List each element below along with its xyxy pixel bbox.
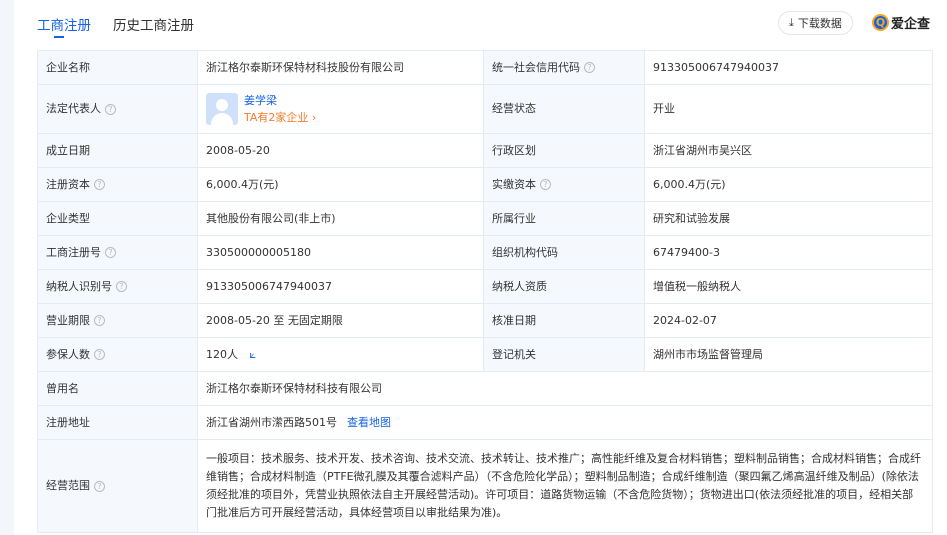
table-row: 经营范围? 一般项目：技术服务、技术开发、技术咨询、技术交流、技术转让、技术推广… [37,439,933,533]
help-icon[interactable]: ? [584,62,595,73]
avatar [206,93,238,125]
value-legal-rep: 姜学梁 TA有2家企业 › [197,84,484,134]
value-credit-code: 913305006747940037 [644,50,933,85]
label-company-name: 企业名称 [37,50,198,85]
value-tax-id: 913305006747940037 [197,269,484,304]
value-capital: 6,000.4万(元) [197,167,484,202]
value-paid-capital: 6,000.4万(元) [644,167,933,202]
label-legal-rep: 法定代表人? [37,84,198,134]
table-row: 法定代表人? 姜学梁 TA有2家企业 › 经营状态 开业 [37,84,933,134]
registration-table: 企业名称 浙江格尔泰斯环保特材科技股份有限公司 统一社会信用代码? 913305… [37,50,933,533]
tab-business-registration[interactable]: 工商注册 [37,14,91,38]
tab-bar: 工商注册 历史工商注册 [37,14,194,38]
label-est-date: 成立日期 [37,133,198,168]
help-icon[interactable]: ? [94,349,105,360]
value-term: 2008-05-20 至 无固定期限 [197,303,484,338]
label-approve-date: 核准日期 [483,303,645,338]
value-status: 开业 [644,84,933,134]
table-row: 注册资本? 6,000.4万(元) 实缴资本? 6,000.4万(元) [37,167,933,202]
help-icon[interactable]: ? [94,179,105,190]
label-credit-code: 统一社会信用代码? [483,50,645,85]
value-reg-no: 330500000005180 [197,235,484,270]
label-insured: 参保人数? [37,337,198,372]
value-company-type: 其他股份有限公司(非上市) [197,201,484,236]
value-approve-date: 2024-02-07 [644,303,933,338]
help-icon[interactable]: ? [540,179,551,190]
logo-text: 爱企查 [891,17,931,32]
aiqicha-logo: Q 爱企查 [872,13,930,32]
value-address: 浙江省湖州市潆西路501号 查看地图 [197,405,933,440]
logo-icon: Q [872,14,889,31]
tab-history-registration[interactable]: 历史工商注册 [113,14,194,38]
value-tax-qual: 增值税一般纳税人 [644,269,933,304]
label-status: 经营状态 [483,84,645,134]
table-row: 成立日期 2008-05-20 行政区划 浙江省湖州市吴兴区 [37,133,933,168]
table-row: 企业类型 其他股份有限公司(非上市) 所属行业 研究和试验发展 [37,201,933,236]
value-former-name: 浙江格尔泰斯环保特材科技有限公司 [197,371,933,406]
trend-chart-icon[interactable]: ⟀ [250,348,257,361]
value-est-date: 2008-05-20 [197,133,484,168]
label-former-name: 曾用名 [37,371,198,406]
help-icon[interactable]: ? [105,103,116,115]
label-scope: 经营范围? [37,439,198,533]
label-authority: 登记机关 [483,337,645,372]
help-icon[interactable]: ? [94,315,105,326]
help-icon[interactable]: ? [105,247,116,258]
value-insured: 120人 ⟀ [197,337,484,372]
legal-rep-link[interactable]: 姜学梁 [244,94,277,107]
table-row: 注册地址 浙江省湖州市潆西路501号 查看地图 [37,405,933,440]
label-tax-id: 纳税人识别号? [37,269,198,304]
label-tax-qual: 纳税人资质 [483,269,645,304]
label-address: 注册地址 [37,405,198,440]
value-region: 浙江省湖州市吴兴区 [644,133,933,168]
table-row: 曾用名 浙江格尔泰斯环保特材科技有限公司 [37,371,933,406]
help-icon[interactable]: ? [94,480,105,492]
label-paid-capital: 实缴资本? [483,167,645,202]
value-scope: 一般项目：技术服务、技术开发、技术咨询、技术交流、技术转让、技术推广；高性能纤维… [197,439,933,533]
label-company-type: 企业类型 [37,201,198,236]
value-industry: 研究和试验发展 [644,201,933,236]
label-region: 行政区划 [483,133,645,168]
left-strip [0,0,14,535]
help-icon[interactable]: ? [116,281,127,292]
value-authority: 湖州市市场监督管理局 [644,337,933,372]
table-row: 企业名称 浙江格尔泰斯环保特材科技股份有限公司 统一社会信用代码? 913305… [37,50,933,85]
table-row: 参保人数? 120人 ⟀ 登记机关 湖州市市场监督管理局 [37,337,933,372]
value-org-code: 67479400-3 [644,235,933,270]
label-reg-no: 工商注册号? [37,235,198,270]
label-term: 营业期限? [37,303,198,338]
table-row: 工商注册号? 330500000005180 组织机构代码 67479400-3 [37,235,933,270]
related-companies-link[interactable]: TA有2家企业 › [244,111,316,124]
table-row: 纳税人识别号? 913305006747940037 纳税人资质 增值税一般纳税… [37,269,933,304]
download-label: 下载数据 [797,17,842,30]
view-map-link[interactable]: 查看地图 [347,416,391,429]
value-company-name: 浙江格尔泰斯环保特材科技股份有限公司 [197,50,484,85]
download-icon: ⤓ [789,16,794,29]
label-industry: 所属行业 [483,201,645,236]
table-row: 营业期限? 2008-05-20 至 无固定期限 核准日期 2024-02-07 [37,303,933,338]
label-org-code: 组织机构代码 [483,235,645,270]
download-button[interactable]: ⤓ 下载数据 [778,11,853,35]
label-capital: 注册资本? [37,167,198,202]
